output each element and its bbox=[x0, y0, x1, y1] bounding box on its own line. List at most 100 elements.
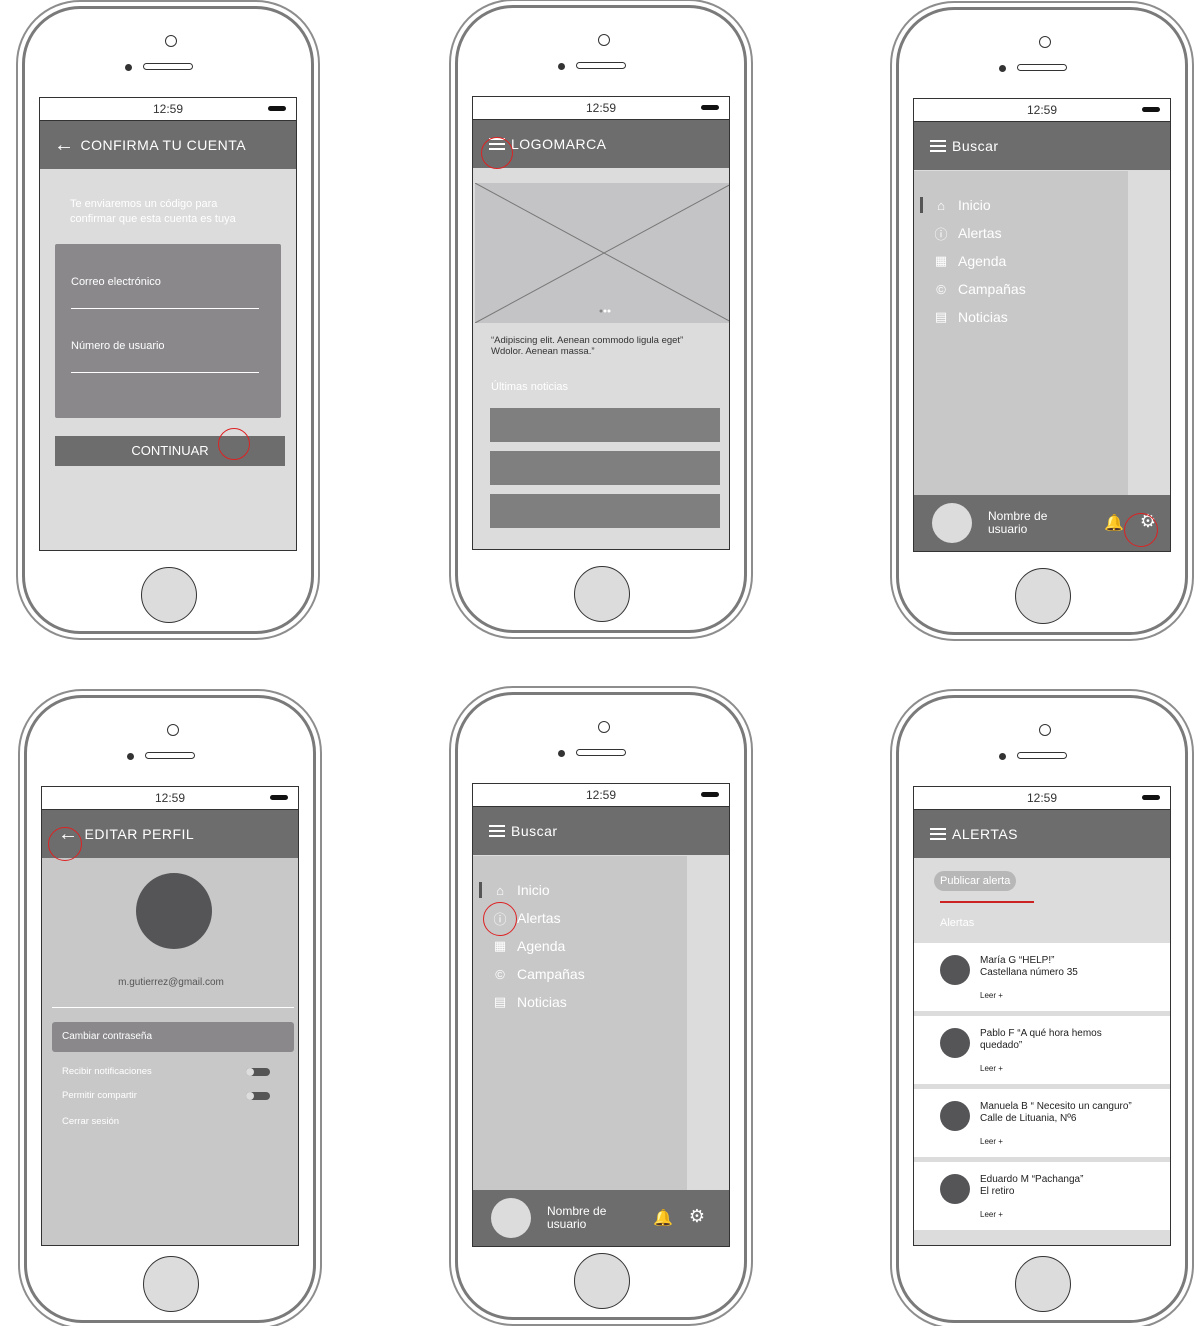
back-arrow-icon[interactable]: ← bbox=[54, 135, 75, 155]
screen: 12:59 ← CONFIRMA TU CUENTA Te enviaremos… bbox=[39, 97, 297, 551]
tap-indicator bbox=[218, 428, 250, 460]
alert-item[interactable]: Manuela B “ Necesito un canguro” Calle de… bbox=[914, 1089, 1170, 1162]
intro-line-1: Te enviaremos un código para bbox=[70, 198, 218, 210]
email-field[interactable]: Correo electrónico bbox=[71, 272, 259, 309]
active-indicator bbox=[920, 197, 923, 213]
read-more-link[interactable]: Leer + bbox=[980, 1064, 1003, 1073]
alert-line-1: Pablo F “A qué hora hemos bbox=[980, 1028, 1102, 1039]
home-button[interactable] bbox=[1015, 568, 1071, 624]
status-time: 12:59 bbox=[585, 788, 617, 802]
read-more-link[interactable]: Leer + bbox=[980, 1137, 1003, 1146]
calendar-icon: ▦ bbox=[934, 253, 948, 268]
speaker bbox=[1017, 64, 1067, 71]
logout-link[interactable]: Cerrar sesión bbox=[62, 1116, 119, 1127]
gear-icon[interactable]: ⚙ bbox=[689, 1206, 705, 1227]
copyright-icon: © bbox=[936, 281, 946, 297]
change-password-label: Cambiar contraseña bbox=[62, 1031, 153, 1042]
user-number-label: Número de usuario bbox=[71, 340, 165, 352]
phone-menu-settings: 12:59 Buscar ⌂ Inicio ⓘ Alertas ▦ Agenda © C… bbox=[896, 7, 1188, 635]
sensor bbox=[127, 753, 134, 760]
change-password-button[interactable]: Cambiar contraseña bbox=[52, 1022, 294, 1052]
alerts-list: María G “HELP!” Castellana número 35 Leer… bbox=[914, 943, 1170, 1235]
alert-item[interactable]: Eduardo M “Pachanga” El retiro Leer + bbox=[914, 1162, 1170, 1235]
publish-alert-button[interactable]: Publicar alerta bbox=[934, 871, 1017, 891]
active-indicator bbox=[479, 882, 482, 898]
bell-icon[interactable]: 🔔 bbox=[653, 1208, 673, 1228]
status-time: 12:59 bbox=[1026, 791, 1058, 805]
status-time: 12:59 bbox=[152, 102, 184, 116]
divider bbox=[52, 1007, 294, 1008]
avatar bbox=[940, 1028, 970, 1058]
news-item[interactable] bbox=[490, 451, 720, 485]
menu-item-noticias[interactable]: ▤ Noticias bbox=[473, 988, 687, 1016]
hamburger-menu-icon[interactable] bbox=[489, 825, 505, 837]
phone-menu-alerts: 12:59 Buscar ⌂ Inicio ⓘ Alertas ▦ Agenda © C… bbox=[455, 692, 747, 1320]
sensor bbox=[558, 750, 565, 757]
bell-icon[interactable]: 🔔 bbox=[1104, 513, 1124, 533]
alert-text: Pablo F “A qué hora hemos quedado” bbox=[980, 1028, 1160, 1052]
menu-item-noticias[interactable]: ▤ Noticias bbox=[914, 303, 1128, 331]
tap-indicator bbox=[481, 137, 513, 169]
notifications-toggle[interactable] bbox=[246, 1068, 270, 1076]
continue-label: CONTINUAR bbox=[131, 443, 209, 458]
tap-indicator bbox=[48, 827, 82, 861]
status-bar: 12:59 bbox=[473, 784, 729, 807]
menu-item-agenda[interactable]: ▦ Agenda bbox=[914, 247, 1128, 275]
hamburger-menu-icon[interactable] bbox=[930, 828, 946, 840]
menu-item-agenda[interactable]: ▦ Agenda bbox=[473, 932, 687, 960]
menu-item-inicio[interactable]: ⌂ Inicio bbox=[473, 876, 687, 904]
hero-image-placeholder[interactable] bbox=[474, 182, 729, 324]
tap-indicator bbox=[483, 902, 517, 936]
calendar-icon: ▦ bbox=[493, 938, 507, 953]
menu-item-campanas[interactable]: © Campañas bbox=[914, 275, 1128, 303]
hamburger-menu-icon[interactable] bbox=[930, 140, 946, 152]
copyright-icon: © bbox=[495, 966, 505, 982]
status-bar: 12:59 bbox=[914, 787, 1170, 810]
alert-item[interactable]: María G “HELP!” Castellana número 35 Leer… bbox=[914, 943, 1170, 1016]
battery-icon bbox=[1142, 795, 1160, 800]
home-button[interactable] bbox=[574, 1253, 630, 1309]
notifications-label: Recibir notificaciones bbox=[62, 1066, 152, 1077]
continue-button[interactable]: CONTINUAR bbox=[55, 436, 285, 466]
home-button[interactable] bbox=[143, 1256, 199, 1312]
battery-icon bbox=[270, 795, 288, 800]
alert-line-1: María G “HELP!” bbox=[980, 955, 1055, 966]
speaker bbox=[145, 752, 195, 759]
alert-item[interactable]: Pablo F “A qué hora hemos quedado” Leer + bbox=[914, 1016, 1170, 1089]
home-button[interactable] bbox=[141, 567, 197, 623]
profile-email: m.gutierrez@gmail.com bbox=[118, 977, 224, 988]
form-card: Correo electrónico Número de usuario bbox=[55, 244, 281, 418]
phone-home-feed: 12:59 LOGOMARCA “Adipiscing elit. Aenean… bbox=[455, 5, 747, 633]
camera bbox=[167, 724, 179, 736]
read-more-link[interactable]: Leer + bbox=[980, 1210, 1003, 1219]
menu-item-campanas[interactable]: © Campañas bbox=[473, 960, 687, 988]
home-button[interactable] bbox=[1015, 1256, 1071, 1312]
publish-alert-label: Publicar alerta bbox=[940, 875, 1011, 887]
news-item[interactable] bbox=[490, 408, 720, 442]
alert-text: María G “HELP!” Castellana número 35 bbox=[980, 955, 1160, 979]
user-number-field[interactable]: Número de usuario bbox=[71, 336, 259, 373]
app-bar: LOGOMARCA bbox=[473, 120, 729, 168]
news-item[interactable] bbox=[490, 494, 720, 528]
share-label: Permitir compartir bbox=[62, 1090, 137, 1101]
read-more-link[interactable]: Leer + bbox=[980, 991, 1003, 1000]
speaker bbox=[143, 63, 193, 70]
sensor bbox=[999, 65, 1006, 72]
camera bbox=[598, 34, 610, 46]
home-button[interactable] bbox=[574, 566, 630, 622]
alert-line-2: Castellana número 35 bbox=[980, 967, 1078, 978]
menu-item-inicio[interactable]: ⌂ Inicio bbox=[914, 191, 1128, 219]
avatar[interactable] bbox=[491, 1198, 531, 1238]
publish-underline bbox=[940, 901, 1034, 903]
menu-item-alertas[interactable]: ⓘ Alertas bbox=[914, 219, 1128, 247]
alert-line-1: Manuela B “ Necesito un canguro” bbox=[980, 1101, 1132, 1112]
avatar[interactable] bbox=[136, 873, 212, 949]
app-bar: ALERTAS bbox=[914, 810, 1170, 858]
share-toggle[interactable] bbox=[246, 1092, 270, 1100]
home-icon: ⌂ bbox=[496, 882, 504, 898]
menu-label: Campañas bbox=[517, 966, 585, 982]
avatar[interactable] bbox=[932, 503, 972, 543]
camera bbox=[165, 35, 177, 47]
avatar bbox=[940, 1174, 970, 1204]
app-bar: Buscar bbox=[914, 122, 1170, 170]
